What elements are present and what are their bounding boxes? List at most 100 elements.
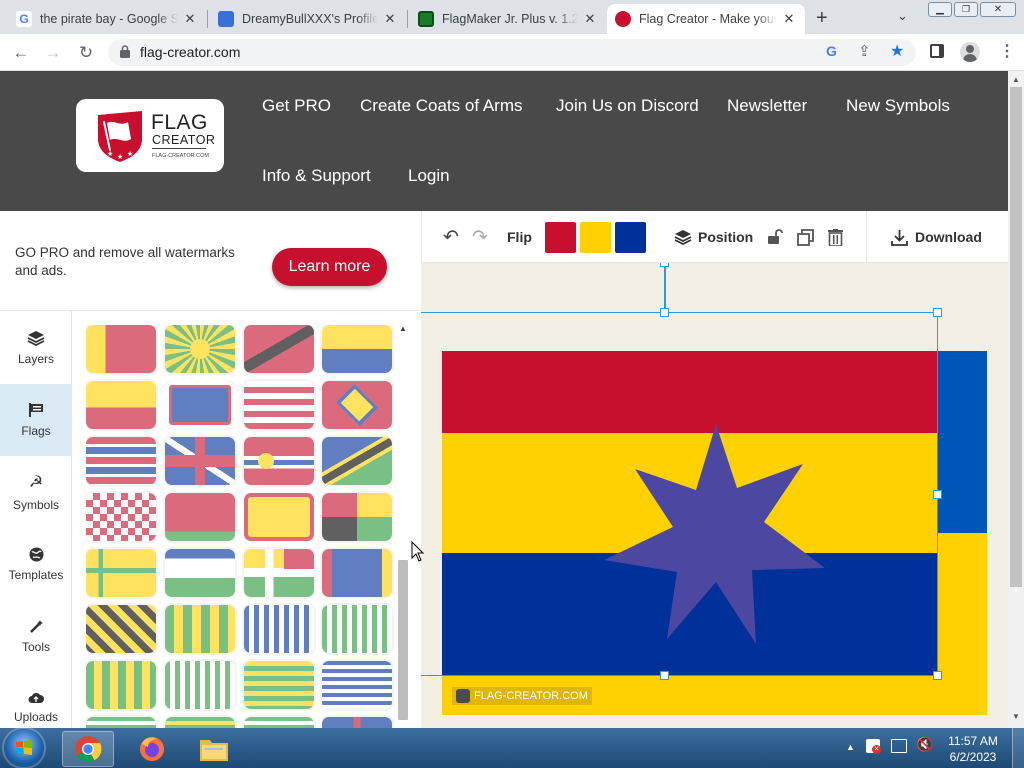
flag-thumbnail[interactable] [322,717,392,728]
flag-thumbnail[interactable] [86,661,156,709]
show-desktop-button[interactable] [1012,728,1024,768]
nav-new-symbols[interactable]: New Symbols [846,96,950,116]
position-button[interactable]: Position [674,225,753,249]
windows-start-button[interactable] [4,729,44,767]
flag-thumbnail[interactable] [86,605,156,653]
flag-thumbnail[interactable] [165,325,235,373]
flag-thumbnail[interactable] [322,605,392,653]
nav-join-discord[interactable]: Join Us on Discord [556,96,699,116]
flag-thumbnail[interactable] [165,437,235,485]
tab-flagmaker[interactable]: FlagMaker Jr. Plus v. 1.2 ✕ [410,4,606,34]
flag-thumbnail[interactable] [86,381,156,429]
tab-deviantart[interactable]: DreamyBullXXX's Profile | DeviantArt ✕ [210,4,406,34]
close-icon[interactable]: ✕ [582,11,598,27]
color-swatch-red[interactable] [545,222,576,253]
flag-thumbnail[interactable] [86,549,156,597]
minimize-icon[interactable]: ▁ [928,2,952,17]
resize-handle[interactable] [933,490,942,499]
nav-info-support[interactable]: Info & Support [262,166,371,186]
close-icon[interactable]: ✕ [182,11,198,27]
scroll-up-icon[interactable]: ▲ [1012,75,1020,84]
flag-thumbnail[interactable] [86,717,156,728]
taskbar-firefox[interactable] [126,731,178,767]
close-window-icon[interactable]: ✕ [980,2,1016,17]
bookmark-star-icon[interactable]: ★ [890,41,904,61]
system-clock[interactable]: 11:57 AM 6/2/2023 [938,733,1008,765]
sidenav-flags[interactable]: Flags [0,384,72,456]
flag-thumbnail[interactable] [322,437,392,485]
flip-button[interactable]: Flip [507,225,532,249]
trash-icon[interactable] [828,229,843,251]
flag-thumbnail[interactable] [165,381,235,429]
flag-canvas[interactable]: FLAG-CREATOR.COM [421,263,1008,728]
flag-thumbnail[interactable] [86,437,156,485]
flag-thumbnail[interactable] [165,549,235,597]
redo-icon[interactable]: ↷ [472,225,488,249]
nav-login[interactable]: Login [408,166,450,186]
forward-icon[interactable]: → [41,41,65,65]
flag-thumbnail[interactable] [165,493,235,541]
flag-thumbnail[interactable] [86,493,156,541]
action-center-icon[interactable]: ✕ [866,739,881,754]
flag-thumbnail[interactable] [244,661,314,709]
flag-thumbnail[interactable] [244,605,314,653]
google-lens-icon[interactable]: G [826,43,837,59]
sidenav-templates[interactable]: Templates [0,528,72,600]
resize-handle[interactable] [933,308,942,317]
sidenav-symbols[interactable]: ☭ Symbols [0,456,72,528]
flag-thumbnail[interactable] [86,325,156,373]
scroll-down-icon[interactable]: ▼ [1012,712,1020,721]
share-icon[interactable]: ⇪ [858,42,871,60]
kebab-menu-icon[interactable]: ⋮ [999,41,1015,61]
close-icon[interactable]: ✕ [781,11,797,27]
flag-thumbnail[interactable] [165,717,235,728]
side-panel-icon[interactable] [930,44,944,58]
scrollbar-thumb[interactable] [1010,87,1022,587]
duplicate-icon[interactable] [797,229,814,251]
lock-icon[interactable] [120,45,130,58]
grid-scrollbar-thumb[interactable] [398,560,408,720]
flag-thumbnail[interactable] [244,717,314,728]
resize-handle[interactable] [933,671,942,680]
selection-box[interactable] [421,312,938,676]
flag-thumbnail[interactable] [165,605,235,653]
flag-thumbnail[interactable] [322,661,392,709]
color-swatch-yellow[interactable] [580,222,611,253]
unlock-icon[interactable] [767,229,783,250]
restore-icon[interactable]: ❐ [954,2,978,17]
undo-icon[interactable]: ↶ [443,225,459,249]
flag-thumbnail[interactable] [244,325,314,373]
page-scrollbar[interactable]: ▲ ▼ [1008,71,1024,728]
learn-more-button[interactable]: Learn more [272,248,387,286]
profile-avatar[interactable] [960,42,980,62]
taskbar-chrome[interactable] [62,731,114,767]
site-logo[interactable]: ★ ★ ★ FLAG CREATOR FLAG-CREATOR.COM [76,99,224,172]
sidenav-layers[interactable]: Layers [0,312,72,384]
back-icon[interactable]: ← [9,41,33,65]
resize-handle[interactable] [660,671,669,680]
url-text[interactable]: flag-creator.com [140,44,240,60]
sidenav-tools[interactable]: Tools [0,600,72,672]
chevron-down-icon[interactable]: ⌄ [897,8,908,24]
flag-thumbnail[interactable] [165,661,235,709]
color-swatch-blue[interactable] [615,222,646,253]
nav-get-pro[interactable]: Get PRO [262,96,331,116]
flag-side-layer[interactable] [937,351,987,715]
flag-thumbnail[interactable] [322,325,392,373]
tab-google-search[interactable]: G the pirate bay - Google Search ✕ [8,4,206,34]
scroll-up-icon[interactable]: ▲ [399,324,407,333]
tab-flag-creator[interactable]: Flag Creator - Make your own flag ✕ [607,4,805,34]
nav-create-coats-of-arms[interactable]: Create Coats of Arms [360,96,523,116]
flag-thumbnail[interactable] [322,381,392,429]
rotate-handle[interactable] [660,263,669,267]
sidenav-uploads[interactable]: Uploads [0,672,72,728]
new-tab-button[interactable]: + [816,7,828,30]
resize-handle[interactable] [660,308,669,317]
close-icon[interactable]: ✕ [382,11,398,27]
volume-muted-icon[interactable]: 🔇 [916,736,933,753]
tray-expand-icon[interactable]: ▲ [846,742,855,752]
flag-thumbnail[interactable] [322,549,392,597]
flag-thumbnail[interactable] [244,437,314,485]
flag-thumbnail[interactable] [244,493,314,541]
download-button[interactable]: Download [891,225,982,249]
